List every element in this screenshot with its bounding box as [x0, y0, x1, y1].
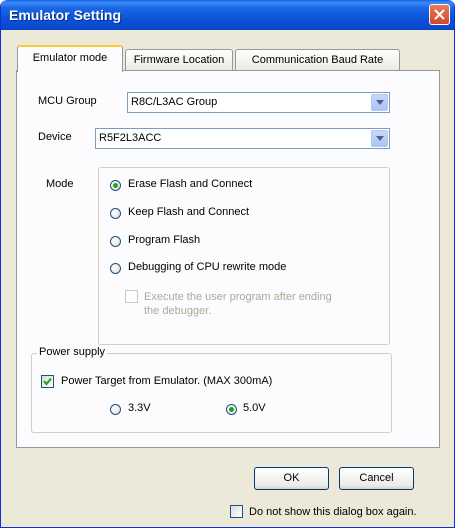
mcu-group-dropdown-button[interactable] — [371, 94, 388, 111]
cancel-button[interactable]: Cancel — [339, 467, 414, 490]
mcu-group-value: R8C/L3AC Group — [131, 96, 218, 108]
chevron-down-icon — [376, 136, 384, 141]
chevron-down-icon — [376, 100, 384, 105]
close-icon — [434, 9, 445, 20]
ok-button[interactable]: OK — [254, 467, 329, 490]
voltage-5-0-label[interactable]: 5.0V — [243, 402, 266, 414]
tab-firmware-location[interactable]: Firmware Location — [125, 49, 233, 70]
debug-cpu-rewrite-label[interactable]: Debugging of CPU rewrite mode — [128, 261, 286, 273]
voltage-3-3-label[interactable]: 3.3V — [128, 402, 151, 414]
device-value: R5F2L3ACC — [99, 132, 162, 144]
tab-communication-baud-rate[interactable]: Communication Baud Rate — [235, 49, 400, 70]
dont-show-checkbox[interactable] — [230, 505, 243, 518]
window-title: Emulator Setting — [9, 7, 122, 23]
mcu-group-label: MCU Group — [38, 95, 97, 107]
radio-erase-flash[interactable] — [110, 180, 121, 191]
device-dropdown-button[interactable] — [371, 130, 388, 147]
radio-voltage-3-3[interactable] — [110, 404, 121, 415]
mcu-group-select[interactable]: R8C/L3AC Group — [127, 92, 390, 113]
device-select[interactable]: R5F2L3ACC — [95, 128, 390, 149]
radio-program-flash[interactable] — [110, 236, 121, 247]
execute-after-end-label-line1: Execute the user program after ending — [144, 291, 332, 303]
checkmark-icon — [43, 377, 52, 386]
device-label: Device — [38, 131, 72, 143]
title-bar[interactable]: Emulator Setting — [1, 0, 454, 30]
power-target-label[interactable]: Power Target from Emulator. (MAX 300mA) — [61, 375, 272, 387]
erase-flash-label[interactable]: Erase Flash and Connect — [128, 178, 252, 190]
close-button[interactable] — [429, 4, 450, 25]
keep-flash-label[interactable]: Keep Flash and Connect — [128, 206, 249, 218]
radio-debug-cpu-rewrite[interactable] — [110, 263, 121, 274]
power-target-checkbox[interactable] — [41, 375, 54, 388]
power-supply-title: Power supply — [37, 346, 108, 358]
dont-show-label[interactable]: Do not show this dialog box again. — [249, 506, 417, 518]
radio-voltage-5-0[interactable] — [226, 404, 237, 415]
mode-group — [98, 167, 390, 345]
radio-keep-flash[interactable] — [110, 208, 121, 219]
mode-label: Mode — [46, 178, 74, 190]
program-flash-label[interactable]: Program Flash — [128, 234, 200, 246]
power-supply-group — [31, 353, 392, 433]
emulator-setting-dialog: Emulator Setting Emulator mode Firmware … — [0, 0, 455, 528]
execute-after-end-checkbox[interactable] — [125, 290, 138, 303]
execute-after-end-label-line2: the debugger. — [144, 305, 212, 317]
tab-emulator-mode[interactable]: Emulator mode — [17, 45, 123, 72]
